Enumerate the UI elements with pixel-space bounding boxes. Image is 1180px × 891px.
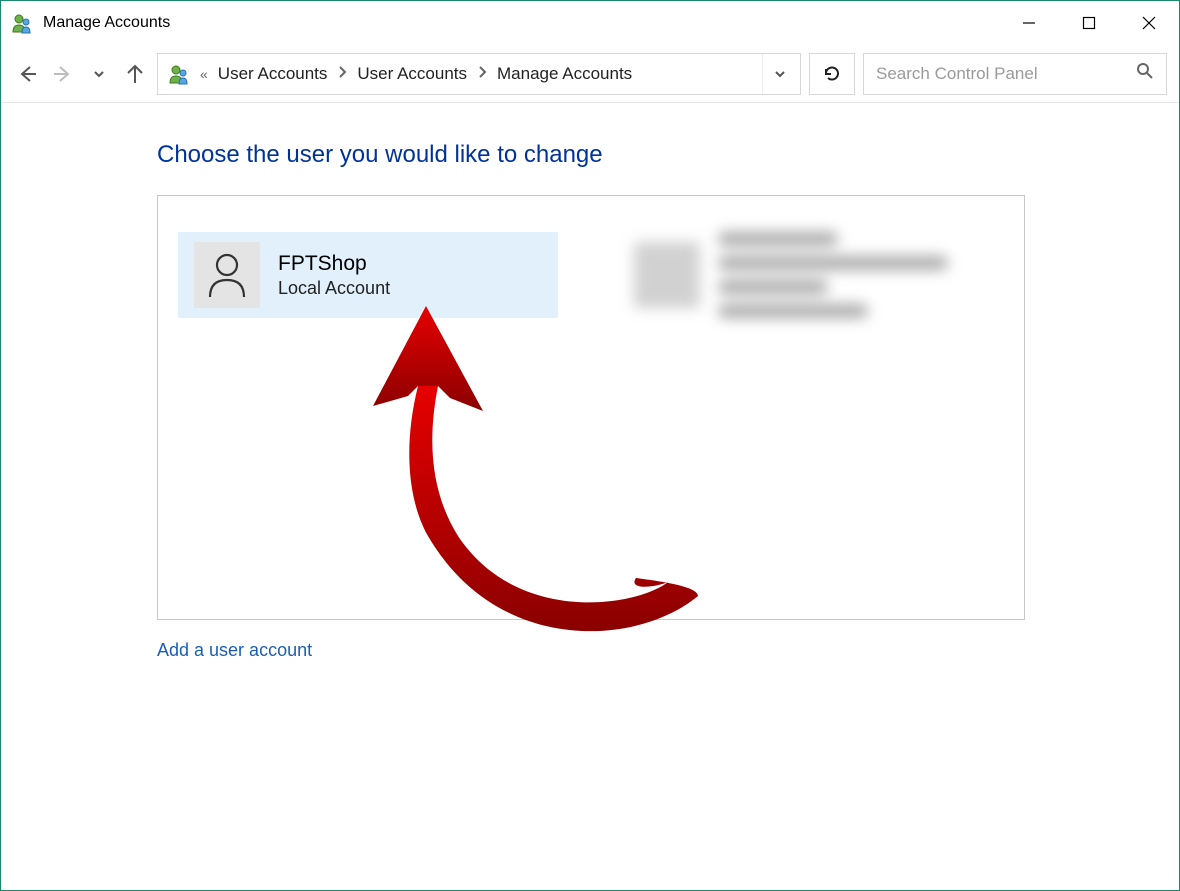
content-area: Choose the user you would like to change… [1,103,1179,890]
close-button[interactable] [1119,4,1179,42]
toolbar: « User Accounts User Accounts Manage Acc… [1,45,1179,103]
maximize-button[interactable] [1059,4,1119,42]
refresh-button[interactable] [809,53,855,95]
search-icon [1136,62,1154,85]
breadcrumb-label: User Accounts [357,64,467,84]
search-input[interactable] [876,64,1136,84]
accounts-panel: FPTShop Local Account [157,195,1025,620]
breadcrumb-segment[interactable]: Manage Accounts [497,64,632,84]
forward-button[interactable] [49,60,77,88]
account-card-redacted[interactable] [618,232,998,318]
chevron-right-icon[interactable] [337,64,347,84]
recent-locations-button[interactable] [85,60,113,88]
account-card[interactable]: FPTShop Local Account [178,232,558,318]
avatar [634,242,700,308]
window-title: Manage Accounts [43,14,170,32]
account-name: FPTShop [278,252,390,276]
titlebar-left: Manage Accounts [11,12,170,34]
address-bar[interactable]: « User Accounts User Accounts Manage Acc… [157,53,801,95]
chevron-right-icon[interactable] [477,64,487,84]
history-chevrons-icon: « [200,66,208,82]
add-user-account-link[interactable]: Add a user account [157,640,312,661]
user-accounts-icon [11,12,33,34]
account-type: Local Account [278,278,390,299]
annotation-arrow-icon [258,286,728,666]
breadcrumb-segment[interactable]: User Accounts [357,64,487,84]
minimize-button[interactable] [999,4,1059,42]
search-box[interactable] [863,53,1167,95]
user-accounts-icon [168,63,190,85]
window-controls [999,4,1179,42]
back-button[interactable] [13,60,41,88]
up-button[interactable] [121,60,149,88]
titlebar: Manage Accounts [1,1,1179,45]
avatar [194,242,260,308]
address-dropdown-button[interactable] [762,54,796,94]
page-heading: Choose the user you would like to change [157,141,1179,169]
breadcrumb-label: Manage Accounts [497,64,632,84]
breadcrumb-segment[interactable]: User Accounts [218,64,348,84]
breadcrumb-label: User Accounts [218,64,328,84]
